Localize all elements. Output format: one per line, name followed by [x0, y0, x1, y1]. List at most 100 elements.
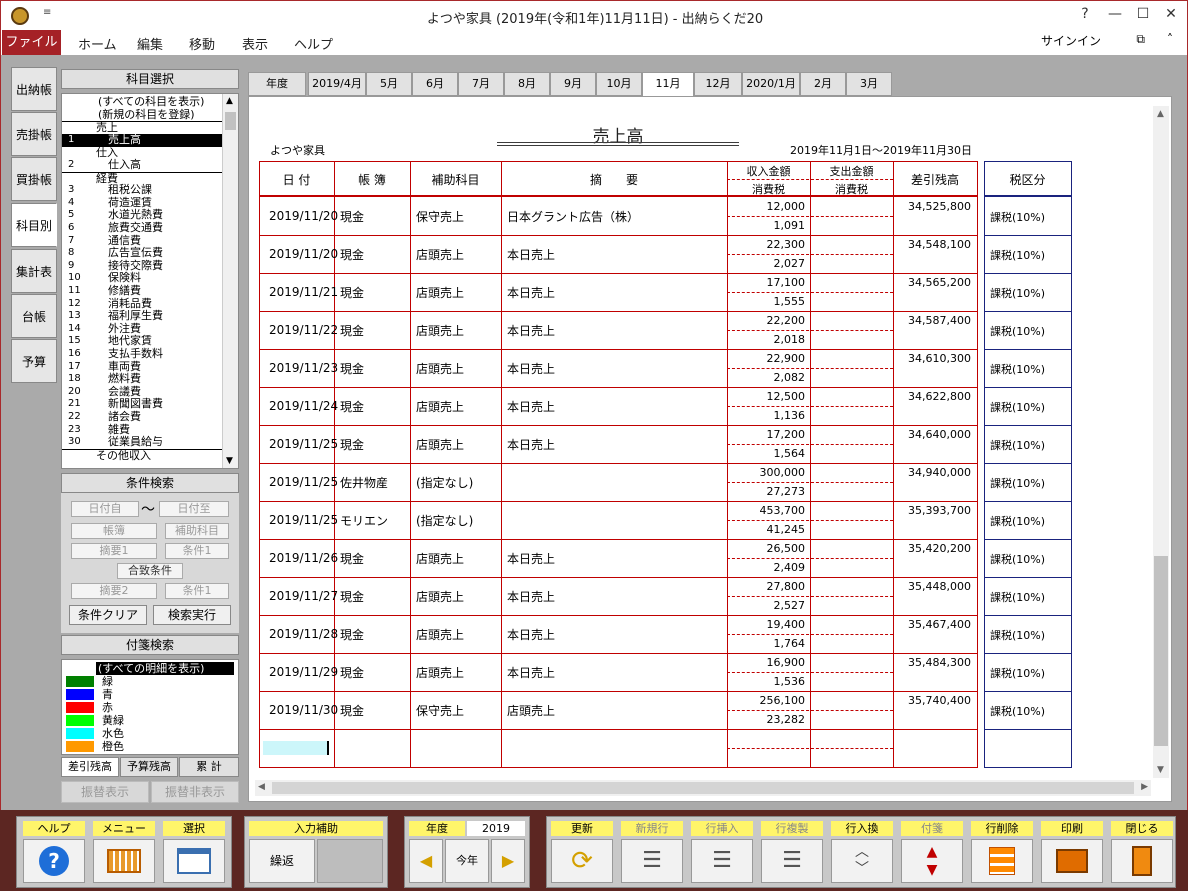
- row-tax-class[interactable]: 課税(10%): [990, 399, 1045, 415]
- row-sub-account[interactable]: 店頭売上: [416, 322, 464, 339]
- row-income-tax[interactable]: 2,082: [727, 371, 806, 384]
- account-item[interactable]: 11 修繕費: [62, 284, 222, 298]
- scroll-down-icon[interactable]: ▼: [226, 456, 233, 466]
- month-tab[interactable]: 10月: [596, 72, 642, 96]
- clear-conditions-button[interactable]: 条件クリア: [69, 605, 147, 625]
- insert-row-button[interactable]: ☰: [691, 839, 753, 883]
- account-item[interactable]: 13 福利厚生費: [62, 310, 222, 323]
- row-sub-account[interactable]: 店頭売上: [416, 588, 464, 605]
- row-ledger[interactable]: 現金: [340, 208, 364, 225]
- row-ledger[interactable]: 現金: [340, 626, 364, 643]
- row-sub-account[interactable]: 店頭売上: [416, 398, 464, 415]
- row-income-tax[interactable]: 1,091: [727, 219, 806, 232]
- ledger-vertical-scrollbar[interactable]: ▲ ▼: [1153, 106, 1169, 778]
- row-memo[interactable]: 本日売上: [507, 436, 555, 453]
- month-tab[interactable]: 2019/4月: [308, 72, 366, 96]
- row-tax-class[interactable]: 課税(10%): [990, 323, 1045, 339]
- row-tax-class[interactable]: 課税(10%): [990, 627, 1045, 643]
- account-item[interactable]: 16 支払手数料: [62, 347, 222, 361]
- help-icon[interactable]: ?: [1073, 6, 1097, 22]
- row-memo[interactable]: 本日売上: [507, 588, 555, 605]
- repeat-button[interactable]: 繰返: [249, 839, 315, 883]
- row-sub-account[interactable]: 店頭売上: [416, 550, 464, 567]
- menu-edit[interactable]: 編集: [137, 34, 163, 53]
- print-button[interactable]: [1041, 839, 1103, 883]
- side-tab-6[interactable]: 予算: [11, 339, 57, 383]
- month-tab[interactable]: 11月: [642, 72, 694, 98]
- row-income[interactable]: 22,200: [727, 314, 806, 327]
- row-income[interactable]: 12,500: [727, 390, 806, 403]
- account-item[interactable]: 22 諸会費: [62, 410, 222, 424]
- row-ledger[interactable]: 現金: [340, 398, 364, 415]
- menu-view[interactable]: 表示: [242, 34, 268, 53]
- row-date[interactable]: 2019/11/22: [269, 323, 338, 337]
- row-income-tax[interactable]: 2,018: [727, 333, 806, 346]
- row-income[interactable]: 256,100: [727, 694, 806, 707]
- row-tax-class[interactable]: 課税(10%): [990, 703, 1045, 719]
- account-item[interactable]: 30 従業員給与: [62, 436, 222, 449]
- delete-row-button[interactable]: [971, 839, 1033, 883]
- account-item[interactable]: 仕入: [62, 146, 222, 159]
- tab-budget-balance[interactable]: 予算残高: [120, 757, 178, 777]
- row-ledger[interactable]: 現金: [340, 550, 364, 567]
- row-memo[interactable]: 店頭売上: [507, 702, 555, 719]
- month-tab[interactable]: 5月: [366, 72, 412, 96]
- scroll-thumb[interactable]: [225, 112, 236, 130]
- copy-row-button[interactable]: ☰: [761, 839, 823, 883]
- row-sub-account[interactable]: 店頭売上: [416, 246, 464, 263]
- tag-list[interactable]: (すべての明細を表示) 緑青赤黄緑 水色 橙色: [61, 659, 239, 755]
- row-ledger[interactable]: 現金: [340, 322, 364, 339]
- row-date[interactable]: 2019/11/30: [269, 703, 338, 717]
- row-date[interactable]: 2019/11/27: [269, 589, 338, 603]
- cond1-select[interactable]: 条件1: [165, 543, 229, 559]
- vscroll-up-icon[interactable]: ▲: [1157, 109, 1164, 119]
- tag-button[interactable]: ▲ ▼: [901, 839, 963, 883]
- hscroll-left-icon[interactable]: ◀: [258, 782, 265, 792]
- account-item[interactable]: 8 広告宣伝費: [62, 247, 222, 260]
- new-entry-date-input[interactable]: [263, 741, 329, 755]
- account-item[interactable]: 6 旅費交通費: [62, 221, 222, 235]
- side-tab-1[interactable]: 売掛帳: [11, 112, 57, 156]
- row-memo[interactable]: 本日売上: [507, 664, 555, 681]
- row-date[interactable]: 2019/11/23: [269, 361, 338, 375]
- side-tab-5[interactable]: 台帳: [11, 294, 57, 338]
- minimize-button[interactable]: —: [1103, 6, 1127, 22]
- next-year-button[interactable]: ▶: [491, 839, 525, 883]
- month-tab[interactable]: 2月: [800, 72, 846, 96]
- account-item[interactable]: 2 仕入高: [62, 158, 222, 172]
- menu-help[interactable]: ヘルプ: [294, 34, 333, 53]
- row-ledger[interactable]: 現金: [340, 588, 364, 605]
- row-tax-class[interactable]: 課税(10%): [990, 475, 1045, 491]
- row-income[interactable]: 17,100: [727, 276, 806, 289]
- row-income[interactable]: 19,400: [727, 618, 806, 631]
- account-item[interactable]: 17 車両費: [62, 360, 222, 374]
- tag-item[interactable]: 水色: [66, 727, 236, 740]
- row-memo[interactable]: 本日売上: [507, 626, 555, 643]
- month-tab[interactable]: 12月: [694, 72, 742, 96]
- row-ledger[interactable]: 佐井物産: [340, 474, 388, 491]
- row-memo[interactable]: 本日売上: [507, 284, 555, 301]
- select-button[interactable]: [163, 839, 225, 883]
- row-income-tax[interactable]: 23,282: [727, 713, 806, 726]
- row-income-tax[interactable]: 2,527: [727, 599, 806, 612]
- tab-cumulative[interactable]: 累 計: [179, 757, 239, 777]
- close-button[interactable]: [1111, 839, 1173, 883]
- close-window-button[interactable]: ✕: [1159, 6, 1183, 22]
- row-ledger[interactable]: 現金: [340, 284, 364, 301]
- row-tax-class[interactable]: 課税(10%): [990, 437, 1045, 453]
- row-date[interactable]: 2019/11/20: [269, 209, 338, 223]
- row-income[interactable]: 27,800: [727, 580, 806, 593]
- row-tax-class[interactable]: 課税(10%): [990, 589, 1045, 605]
- row-sub-account[interactable]: 店頭売上: [416, 436, 464, 453]
- show-transfer-button[interactable]: 振替表示: [61, 781, 149, 803]
- row-date[interactable]: 2019/11/29: [269, 665, 338, 679]
- new-row-button[interactable]: ☰: [621, 839, 683, 883]
- tab-balance[interactable]: 差引残高: [61, 757, 119, 777]
- row-sub-account[interactable]: 保守売上: [416, 702, 464, 719]
- cond2-select[interactable]: 条件1: [165, 583, 229, 599]
- row-income[interactable]: 26,500: [727, 542, 806, 555]
- signin-link[interactable]: サインイン: [1041, 32, 1101, 49]
- side-tab-2[interactable]: 買掛帳: [11, 157, 57, 201]
- update-button[interactable]: ⟳: [551, 839, 613, 883]
- row-memo[interactable]: 本日売上: [507, 246, 555, 263]
